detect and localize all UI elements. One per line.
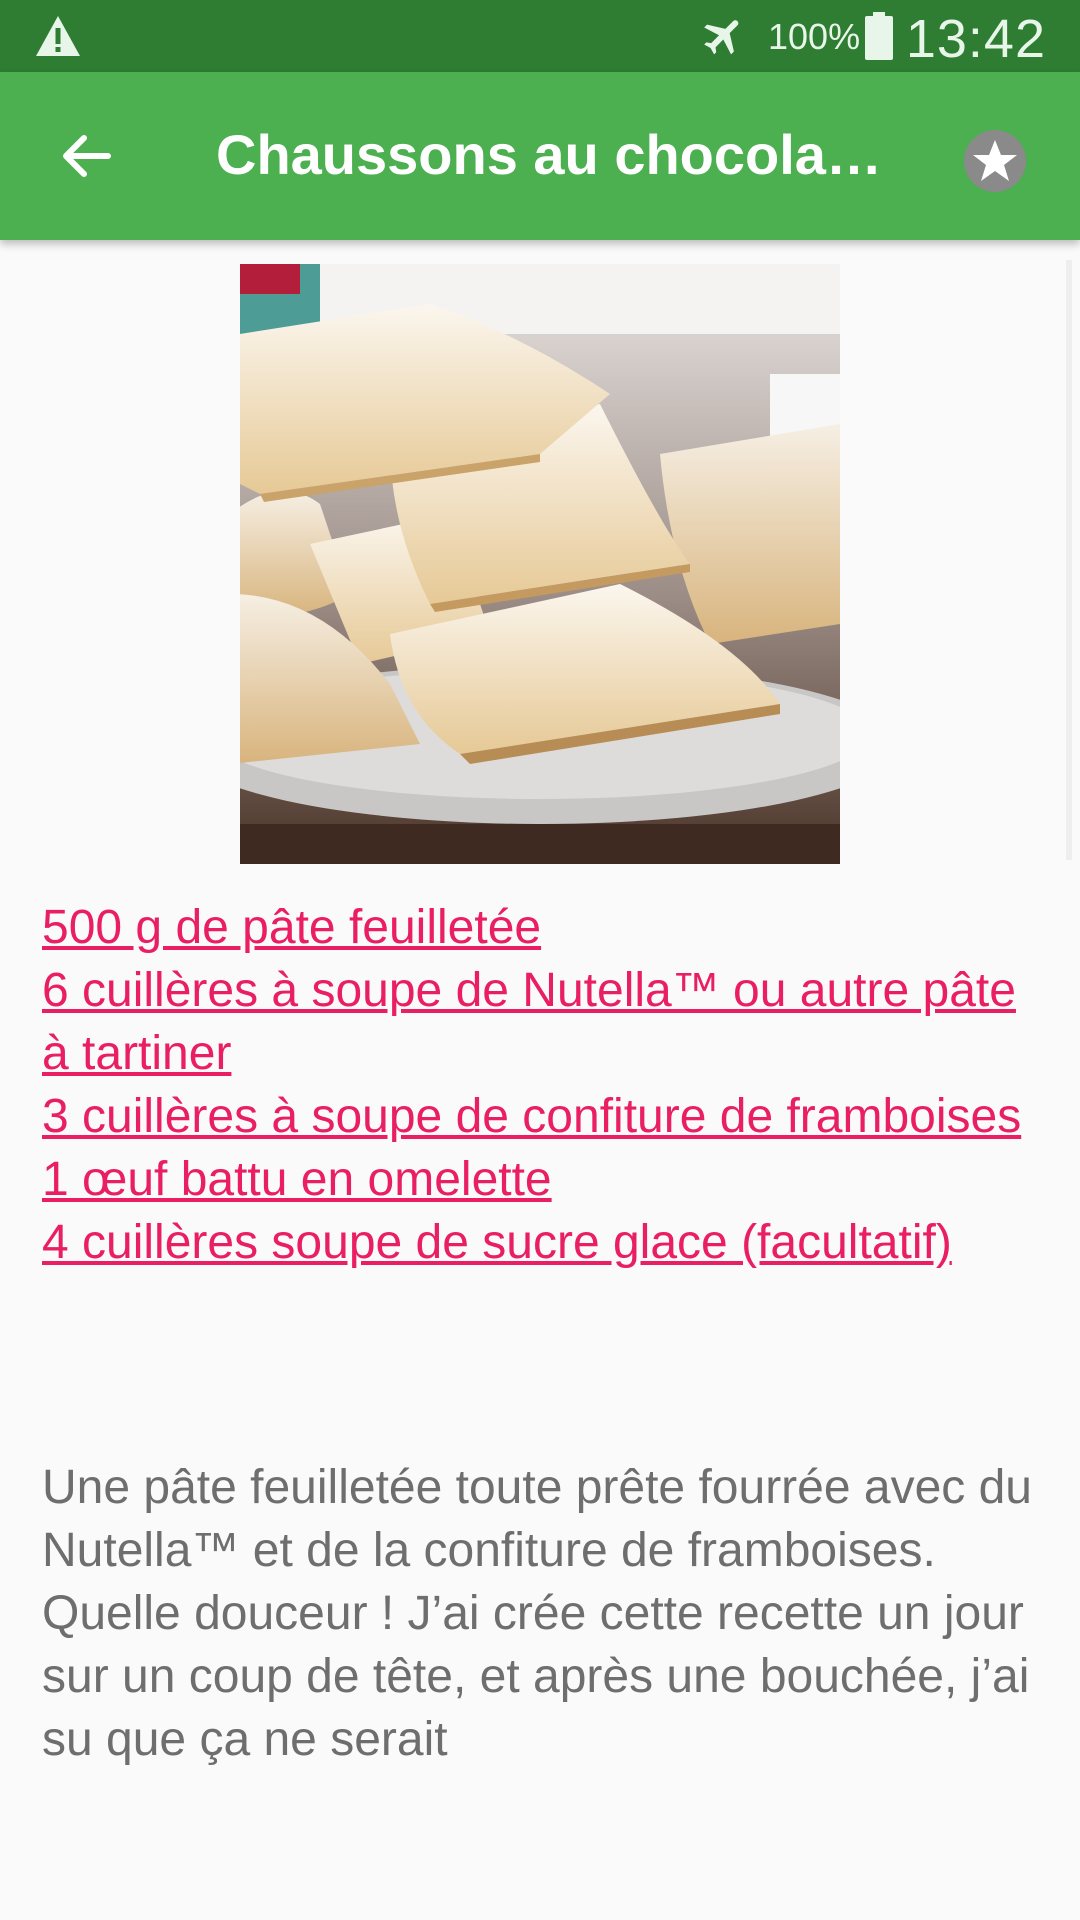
ingredient-link[interactable]: 3 cuillères à soupe de confiture de fram… xyxy=(42,1085,1052,1148)
clock: 13:42 xyxy=(905,9,1046,69)
recipe-description: Une pâte feuilletée toute prête fourrée … xyxy=(42,1461,1032,1766)
ingredient-link[interactable]: 1 œuf battu en omelette xyxy=(42,1148,1052,1211)
recipe-content[interactable]: 500 g de pâte feuilletée 6 cuillères à s… xyxy=(0,240,1080,1920)
app-bar: Chaussons au chocolat… xyxy=(0,72,1080,240)
warning-icon xyxy=(36,16,80,56)
arrow-left-icon[interactable] xyxy=(50,120,122,192)
ingredient-link[interactable]: 6 cuillères à soupe de Nutella™ ou autre… xyxy=(42,959,1052,1085)
star-icon[interactable] xyxy=(962,128,1028,194)
ingredient-list: 500 g de pâte feuilletée 6 cuillères à s… xyxy=(42,896,1052,1274)
ingredient-link[interactable]: 500 g de pâte feuilletée xyxy=(42,896,1052,959)
airplane-mode-icon xyxy=(704,20,739,55)
battery-percent: 100% xyxy=(768,16,861,57)
recipe-photo xyxy=(240,264,840,864)
scrollbar[interactable] xyxy=(1066,260,1072,860)
ingredient-link[interactable]: 4 cuillères soupe de sucre glace (facult… xyxy=(42,1211,1052,1274)
page-title: Chaussons au chocolat… xyxy=(216,123,896,186)
battery-icon xyxy=(865,12,893,60)
description-viewport: Une pâte feuilletée toute prête fourrée … xyxy=(0,1430,1080,1770)
status-bar: 100% 13:42 xyxy=(0,0,1080,72)
